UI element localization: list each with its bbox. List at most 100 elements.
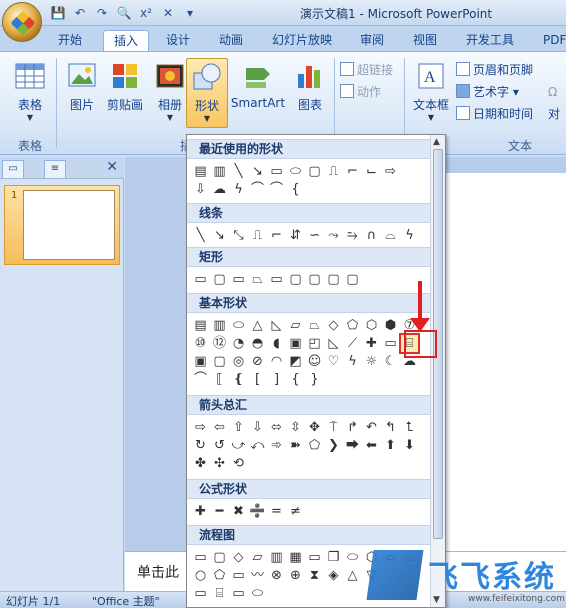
close-doc-icon[interactable]: ✕ xyxy=(160,5,176,21)
oval-shape-icon[interactable]: ⬭ xyxy=(230,317,247,334)
down-arrow-shape-icon[interactable]: ⇩ xyxy=(249,419,266,436)
lightning-shape-icon[interactable]: ϟ xyxy=(230,181,247,198)
right-arrow-shape-icon[interactable]: ⇨ xyxy=(192,419,209,436)
textbox-button[interactable]: A 文本框 ▼ xyxy=(410,58,452,128)
rounded-rect-shape-icon[interactable]: ▢ xyxy=(211,271,228,288)
display-shape-icon[interactable]: ⬭ xyxy=(249,585,266,602)
triangle-shape-icon[interactable]: △ xyxy=(249,317,266,334)
elbow-connector-shape-icon[interactable]: ⎍ xyxy=(325,163,342,180)
left-bracket-shape-icon[interactable]: [ xyxy=(249,371,266,388)
slide[interactable] xyxy=(437,173,566,557)
pie-shape-icon[interactable]: ◔ xyxy=(230,335,247,352)
snip-same-rect-shape-icon[interactable]: ⏢ xyxy=(249,271,266,288)
save-icon[interactable]: 💾 xyxy=(50,5,66,21)
picture-button[interactable]: 图片 xyxy=(60,58,104,128)
curved-right-arrow-shape-icon[interactable]: ↻ xyxy=(192,437,209,454)
curved-connector-shape-icon[interactable]: ∽ xyxy=(306,227,323,244)
right-arrow-callout-shape-icon[interactable]: ⮕ xyxy=(344,437,361,454)
equal-shape-icon[interactable]: = xyxy=(268,503,285,520)
curve-shape-icon[interactable]: ∩ xyxy=(363,227,380,244)
scribble-shape-icon[interactable]: ϟ xyxy=(401,227,418,244)
left-right-up-arrow-shape-icon[interactable]: ⍑ xyxy=(325,419,342,436)
vertical-text-shape-icon[interactable]: ▥ xyxy=(211,317,228,334)
elbow-double-arrow-shape-icon[interactable]: ⌙ xyxy=(363,163,380,180)
hyperlink-button[interactable]: 超链接 xyxy=(340,60,393,80)
tab-design[interactable]: 设计 xyxy=(156,30,200,52)
arc-shape-icon[interactable]: ⌒ xyxy=(192,371,209,388)
terminator-shape-icon[interactable]: ⬭ xyxy=(344,549,361,566)
plus-shape-icon[interactable]: ✚ xyxy=(192,503,209,520)
snip-rect-shape-icon[interactable]: ▭ xyxy=(230,271,247,288)
line-shape-icon[interactable]: ╲ xyxy=(230,163,247,180)
smartart-button[interactable]: SmartArt xyxy=(230,58,286,128)
line-shape-icon[interactable]: ╲ xyxy=(192,227,209,244)
shapes-button[interactable]: 形状 ▼ xyxy=(186,58,228,128)
no-symbol-shape-icon[interactable]: ⊘ xyxy=(249,353,266,370)
divide-shape-icon[interactable]: ➗ xyxy=(249,503,266,520)
data-shape-icon[interactable]: ▱ xyxy=(249,549,266,566)
predefined-process-shape-icon[interactable]: ▥ xyxy=(268,549,285,566)
textbox-shape-icon[interactable]: ▤ xyxy=(192,163,209,180)
double-brace-shape-icon[interactable]: ❴ xyxy=(230,371,247,388)
curved-up-arrow-shape-icon[interactable]: ⤻ xyxy=(230,437,247,454)
process-shape-icon[interactable]: ▭ xyxy=(192,549,209,566)
undo-icon[interactable]: ↶ xyxy=(72,5,88,21)
pentagon-arrow-shape-icon[interactable]: ⬠ xyxy=(306,437,323,454)
summing-junction-shape-icon[interactable]: ⊗ xyxy=(268,567,285,584)
chord-shape-icon[interactable]: ◓ xyxy=(249,335,266,352)
curved-left-arrow-shape-icon[interactable]: ↺ xyxy=(211,437,228,454)
tab-pdf[interactable]: PDF xyxy=(533,30,566,52)
card-shape-icon[interactable]: ▭ xyxy=(230,567,247,584)
tab-view[interactable]: 视图 xyxy=(403,30,447,52)
internal-storage-shape-icon[interactable]: ▦ xyxy=(287,549,304,566)
superscript-icon[interactable]: x² xyxy=(138,5,154,21)
curved-arrow-shape-icon[interactable]: ⤳ xyxy=(325,227,342,244)
gallery-scrollbar[interactable]: ▲ ▼ xyxy=(430,135,445,607)
alt-process-shape-icon[interactable]: ▢ xyxy=(211,549,228,566)
quad-arrow-shape-icon[interactable]: ✥ xyxy=(306,419,323,436)
bevel-shape-icon[interactable]: ▢ xyxy=(211,353,228,370)
diamond-shape-icon[interactable]: ◇ xyxy=(325,317,342,334)
hexagon-shape-icon[interactable]: ⬡ xyxy=(363,317,380,334)
symbol-button[interactable]: Ω xyxy=(548,82,557,102)
offpage-connector-shape-icon[interactable]: ⬠ xyxy=(211,567,228,584)
tab-insert[interactable]: 插入 xyxy=(103,30,150,52)
connector-shape-icon[interactable]: ○ xyxy=(192,567,209,584)
multiply-shape-icon[interactable]: ✖ xyxy=(230,503,247,520)
right-arrow-shape-icon[interactable]: ⇨ xyxy=(382,163,399,180)
vertical-text-shape-icon[interactable]: ▥ xyxy=(211,163,228,180)
left-arrow-callout-shape-icon[interactable]: ⬅ xyxy=(363,437,380,454)
tab-animation[interactable]: 动画 xyxy=(209,30,253,52)
tab-developer[interactable]: 开发工具 xyxy=(456,30,524,52)
elbow-connector-shape-icon[interactable]: ⎍ xyxy=(249,227,266,244)
donut-shape-icon[interactable]: ◎ xyxy=(230,353,247,370)
table-button[interactable]: 表格 ▼ xyxy=(8,58,52,128)
curved-double-arrow-shape-icon[interactable]: ⥲ xyxy=(344,227,361,244)
datetime-button[interactable]: 日期和时间 xyxy=(456,104,533,124)
bent-arrow-shape-icon[interactable]: ↱ xyxy=(344,419,361,436)
freeform-shape-icon[interactable]: ⌓ xyxy=(382,227,399,244)
left-brace-shape-icon[interactable]: { xyxy=(287,371,304,388)
plaque-shape-icon[interactable]: ▭ xyxy=(382,335,399,352)
heptagon-shape-icon[interactable]: ⬢ xyxy=(382,317,399,334)
elbow-arrow-shape-icon[interactable]: ⌐ xyxy=(344,163,361,180)
not-equal-shape-icon[interactable]: ≠ xyxy=(287,503,304,520)
double-arrow-line-shape-icon[interactable]: ⤡ xyxy=(230,227,247,244)
cube-shape-icon[interactable]: ▣ xyxy=(192,353,209,370)
rectangle-shape-icon[interactable]: ▭ xyxy=(268,163,285,180)
down-arrow-shape-icon[interactable]: ⇩ xyxy=(192,181,209,198)
chevron-shape-icon[interactable]: ❯ xyxy=(325,437,342,454)
right-triangle-shape-icon[interactable]: ◺ xyxy=(268,317,285,334)
scroll-up-icon[interactable]: ▲ xyxy=(433,137,440,147)
sort-shape-icon[interactable]: ◈ xyxy=(325,567,342,584)
cross-shape-icon[interactable]: ✚ xyxy=(363,335,380,352)
arrow-line-shape-icon[interactable]: ↘ xyxy=(211,227,228,244)
half-frame-shape-icon[interactable]: ◰ xyxy=(306,335,323,352)
u-turn-arrow-shape-icon[interactable]: ↶ xyxy=(363,419,380,436)
up-arrow-callout-shape-icon[interactable]: ⬆ xyxy=(382,437,399,454)
slides-tab[interactable]: ▭ xyxy=(2,160,24,178)
quad-arrow-callout-shape-icon[interactable]: ✣ xyxy=(211,455,228,472)
trapezoid-shape-icon[interactable]: ⏢ xyxy=(306,317,323,334)
sun-shape-icon[interactable]: ☼ xyxy=(363,353,380,370)
clipart-button[interactable]: 剪贴画 xyxy=(102,58,148,128)
